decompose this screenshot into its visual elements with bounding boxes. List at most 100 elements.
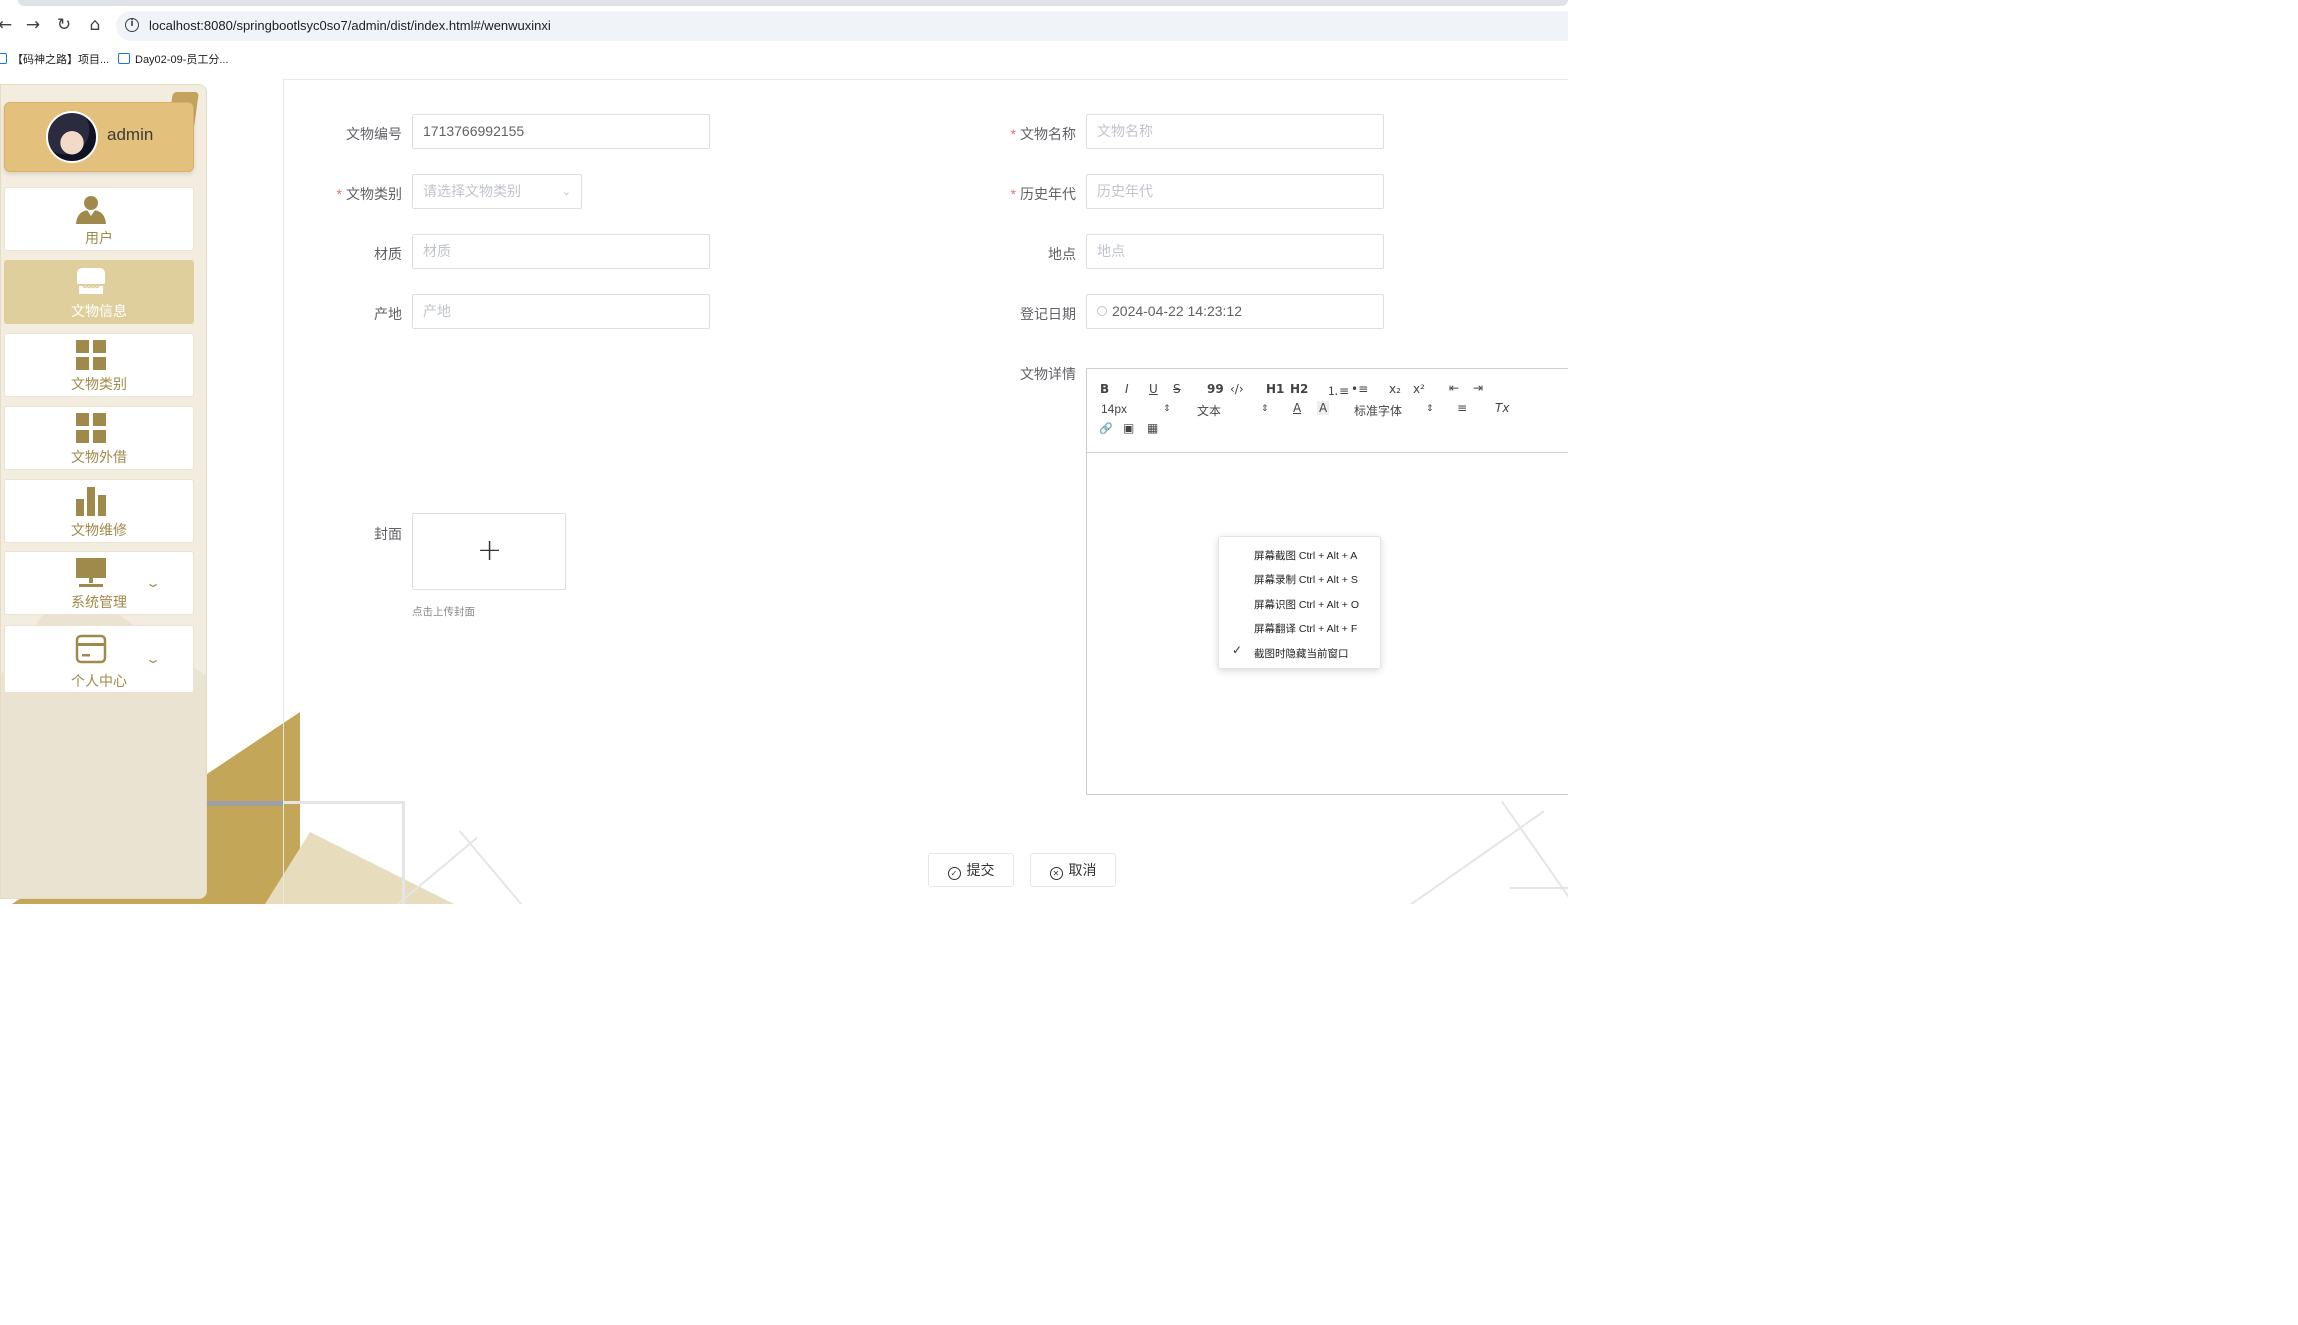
monitor-icon (76, 558, 106, 587)
sidebar-item-system[interactable]: 系统管理 ⌄ (4, 551, 194, 615)
site-info-icon[interactable]: i (125, 18, 139, 32)
strike-icon[interactable]: S (1173, 382, 1181, 396)
form-panel: 文物编号 1713766992155 * 文物名称 文物名称 * 文物类别 请选择文… (283, 79, 1568, 904)
bookmark-icon (0, 53, 7, 64)
sidebar-item-relic-repair[interactable]: 文物维修 (4, 479, 194, 543)
sidebar-item-label: 用户 (85, 230, 113, 246)
upload-tip: 点击上传封面 (412, 606, 475, 618)
bold-icon[interactable]: B (1100, 382, 1109, 396)
context-menu-item[interactable]: 屏幕截图 Ctrl + Alt + A (1254, 548, 1357, 563)
url-text[interactable]: localhost:8080/springbootlsyc0so7/admin/… (149, 18, 551, 33)
clean-format-icon[interactable]: Tx (1495, 401, 1509, 415)
user-icon (76, 196, 106, 224)
bullet-list-icon[interactable]: •≡ (1351, 382, 1368, 396)
category-placeholder: 请选择文物类别 (423, 183, 521, 199)
background-color-icon[interactable]: A (1317, 401, 1330, 415)
sidebar-item-profile[interactable]: 个人中心 ⌄ (4, 625, 194, 693)
avatar[interactable] (46, 111, 98, 163)
location-input[interactable]: 地点 (1086, 234, 1384, 269)
cancel-button[interactable]: ✕ 取消 (1030, 853, 1116, 887)
code-icon[interactable]: ‹/› (1230, 382, 1244, 396)
cover-upload[interactable]: + (412, 513, 566, 590)
sidebar-item-relic-loan[interactable]: 文物外借 (4, 406, 194, 470)
bookmark-item[interactable]: Day02-09-员工分... (118, 51, 229, 67)
chevron-down-icon[interactable]: ⌄ (145, 652, 161, 666)
sidebar-item-label: 系统管理 (71, 594, 127, 610)
editor-toolbar: B I U S 99 ‹/› H1 H2 ⒈≡ •≡ x₂ x² ⇤ ⇥ 14p… (1087, 369, 1568, 453)
select-arrow-icon: ⇕ (1426, 404, 1434, 414)
sidebar-item-label: 文物类别 (71, 376, 127, 392)
origin-input[interactable]: 产地 (412, 294, 710, 329)
select-arrow-icon: ⇕ (1163, 404, 1171, 414)
plus-icon: + (477, 533, 503, 568)
h1-icon[interactable]: H1 (1266, 382, 1284, 396)
cover-label: 封面 (374, 526, 402, 542)
size-select[interactable]: 14px (1101, 402, 1127, 416)
code-input[interactable]: 1713766992155 (412, 114, 710, 149)
name-label: * 文物名称 (1010, 126, 1076, 142)
shop-icon (77, 268, 105, 294)
superscript-icon[interactable]: x² (1413, 382, 1425, 396)
close-circle-icon: ✕ (1049, 867, 1063, 880)
era-label: * 历史年代 (1010, 186, 1076, 202)
image-icon[interactable]: ▣ (1123, 421, 1134, 435)
era-input[interactable]: 历史年代 (1086, 174, 1384, 209)
context-menu: 屏幕截图 Ctrl + Alt + A 屏幕录制 Ctrl + Alt + S … (1218, 536, 1381, 669)
sidebar-item-label: 文物外借 (71, 449, 127, 465)
browser-toolbar: ← → ↻ ⌂ i localhost:8080/springbootlsyc0… (0, 0, 1568, 45)
sidebar: admin 用户 文物信息 文物类别 文物外借 文物维修 系统管理 ⌄ 个人中心… (0, 84, 207, 899)
link-icon[interactable]: 🔗 (1099, 422, 1113, 435)
forward-icon[interactable]: → (22, 14, 44, 36)
sidebar-item-user[interactable]: 用户 (4, 187, 194, 251)
date-value: 2024-04-22 14:23:12 (1112, 303, 1242, 319)
sidebar-item-relic-category[interactable]: 文物类别 (4, 333, 194, 397)
align-icon[interactable]: ≡ (1457, 401, 1467, 415)
indent-icon[interactable]: ⇥ (1473, 381, 1483, 395)
bar-chart-icon (76, 487, 106, 516)
bookmarks-bar: 【码神之路】项目... Day02-09-员工分... (0, 45, 1568, 72)
name-input[interactable]: 文物名称 (1086, 114, 1384, 149)
user-name: admin (107, 125, 154, 144)
bookmark-item[interactable]: 【码神之路】项目... (0, 51, 109, 67)
grid-icon (76, 413, 106, 443)
video-icon[interactable]: ▦ (1147, 421, 1158, 435)
sidebar-item-relic-info[interactable]: 文物信息 (4, 260, 194, 324)
date-picker[interactable]: 2024-04-22 14:23:12 (1086, 294, 1384, 329)
sidebar-item-label: 文物信息 (71, 303, 127, 319)
back-icon[interactable]: ← (0, 14, 16, 36)
outdent-icon[interactable]: ⇤ (1449, 381, 1459, 395)
grid-icon (76, 340, 106, 370)
quote-icon[interactable]: 99 (1207, 382, 1224, 396)
user-card[interactable]: admin (4, 102, 194, 172)
decoration-line (206, 801, 284, 806)
check-circle-icon: ✓ (947, 867, 961, 880)
font-color-icon[interactable]: A (1293, 401, 1301, 415)
header-select[interactable]: 文本 (1197, 402, 1221, 419)
submit-button[interactable]: ✓ 提交 (928, 853, 1014, 887)
check-icon: ✓ (1232, 643, 1243, 657)
date-label: 登记日期 (1020, 306, 1076, 322)
home-icon[interactable]: ⌂ (84, 14, 106, 36)
chevron-down-icon[interactable]: ⌄ (145, 576, 161, 590)
context-menu-item[interactable]: 屏幕识图 Ctrl + Alt + O (1254, 597, 1359, 612)
italic-icon[interactable]: I (1125, 382, 1129, 396)
material-input[interactable]: 材质 (412, 234, 710, 269)
code-label: 文物编号 (346, 126, 402, 142)
subscript-icon[interactable]: x₂ (1389, 382, 1401, 396)
tab-strip (18, 0, 1568, 6)
font-select[interactable]: 标准字体 (1354, 402, 1402, 419)
context-menu-item[interactable]: 屏幕翻译 Ctrl + Alt + F (1254, 621, 1357, 636)
page: admin 用户 文物信息 文物类别 文物外借 文物维修 系统管理 ⌄ 个人中心… (0, 72, 1568, 904)
address-bar[interactable]: i localhost:8080/springbootlsyc0so7/admi… (116, 11, 1568, 41)
location-label: 地点 (1048, 246, 1076, 262)
category-select[interactable]: 请选择文物类别 ⌄ (412, 174, 582, 209)
ordered-list-icon[interactable]: ⒈≡ (1327, 382, 1349, 399)
card-icon (75, 634, 107, 664)
underline-icon[interactable]: U (1149, 382, 1158, 396)
reload-icon[interactable]: ↻ (53, 14, 75, 36)
h2-icon[interactable]: H2 (1290, 382, 1308, 396)
context-menu-item[interactable]: 屏幕录制 Ctrl + Alt + S (1254, 572, 1358, 587)
detail-label: 文物详情 (1020, 366, 1076, 382)
category-label: * 文物类别 (336, 186, 402, 202)
context-menu-item[interactable]: 截图时隐藏当前窗口 (1254, 646, 1349, 661)
